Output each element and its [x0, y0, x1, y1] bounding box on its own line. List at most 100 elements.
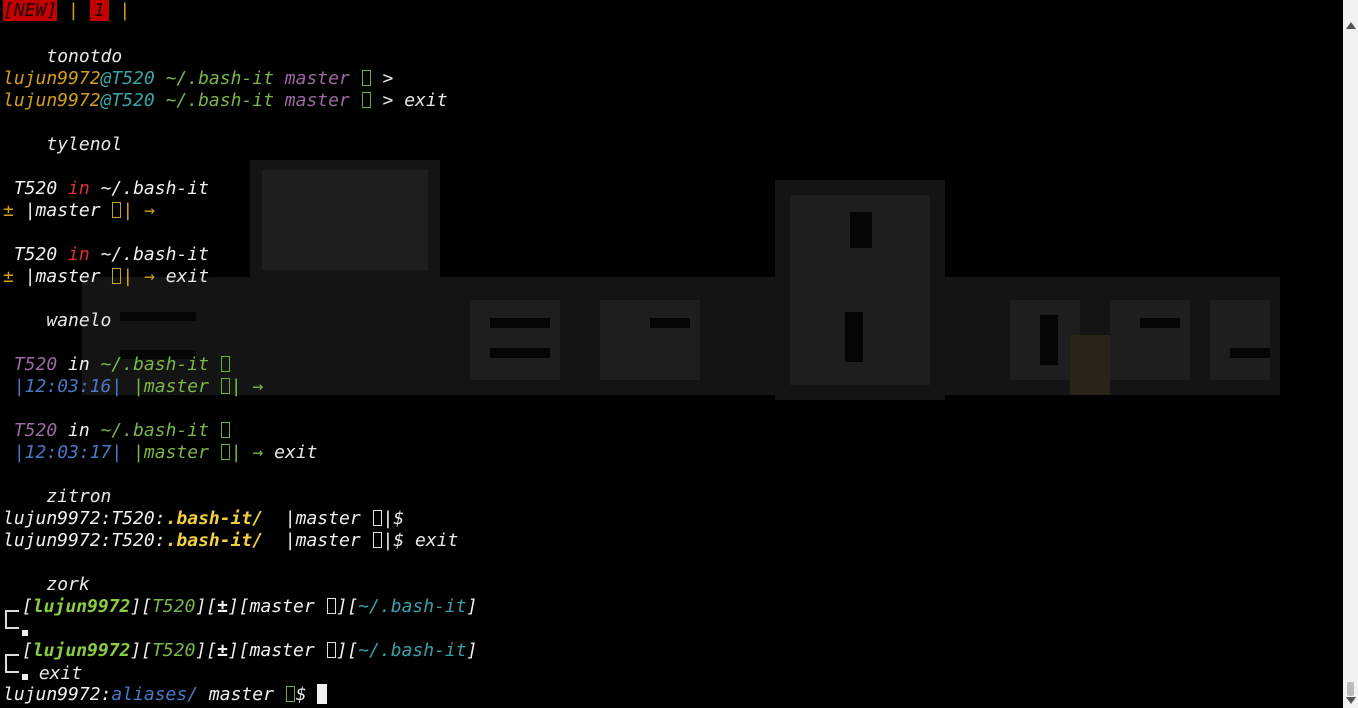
box-corner-bottom: [5, 662, 19, 673]
prompt-path: ~/.bash-it: [100, 244, 209, 265]
git-status-glyph: [372, 510, 382, 526]
prompt-path: ~/.bash-it: [100, 420, 209, 441]
current-prompt-line[interactable]: lujun9972:aliases/ master $: [3, 684, 328, 706]
prompt-branch: |master: [284, 508, 361, 529]
prompt-branch: |master: [133, 442, 209, 463]
git-status-glyph: [112, 202, 122, 218]
git-status-glyph: [220, 444, 230, 460]
command-text: exit: [38, 663, 83, 684]
tmux-status-bar: [NEW] | 1 |: [3, 0, 130, 22]
prompt-user: lujun9972: [32, 640, 131, 661]
scroll-thumb[interactable]: [1347, 682, 1354, 696]
theme-name: zork: [3, 574, 90, 596]
prompt-line: [0, 618, 28, 640]
prompt-path: ~/.bash-it: [358, 596, 467, 617]
git-status-glyph: [361, 70, 371, 86]
prompt-host: @T520: [100, 90, 155, 111]
theme-name-label: zork: [46, 574, 90, 595]
theme-name: tylenol: [3, 134, 122, 156]
prompt-line: T520 in ~/.bash-it: [3, 178, 209, 200]
prompt-in: in: [68, 420, 90, 441]
prompt-time: |12:03:16|: [13, 376, 123, 397]
prompt-arrow: →: [144, 200, 155, 221]
git-status-glyph: [326, 598, 336, 614]
prompt-arrow: →: [252, 442, 264, 463]
prompt-line: lujun9972@T520 ~/.bash-it master > exit: [3, 90, 448, 112]
prompt-arrow: →: [144, 266, 155, 287]
prompt-user: lujun9972: [3, 68, 101, 89]
prompt-char: >: [382, 68, 394, 89]
vertical-scrollbar[interactable]: [1343, 0, 1358, 708]
prompt-line: exit: [0, 662, 82, 684]
prompt-branch: master: [249, 640, 315, 661]
prompt-branch: master: [249, 596, 315, 617]
prompt-dollar: $: [295, 684, 307, 705]
theme-name: wanelo: [3, 310, 111, 332]
git-status-glyph: [112, 268, 122, 284]
prompt-line: [lujun9972][T520][±][master ][~/.bash-it…: [0, 596, 477, 621]
scroll-up-arrow-icon[interactable]: [1346, 22, 1356, 29]
terminal[interactable]: [NEW] | 1 | tonotdo lujun9972@T520 ~/.ba…: [0, 0, 1343, 708]
prompt-line: lujun9972:T520:.bash-it/ |master |$ exit: [3, 530, 458, 552]
command-text: exit: [415, 530, 459, 551]
prompt-in: in: [68, 178, 90, 199]
prompt-square: [22, 674, 28, 680]
theme-name-label: tylenol: [46, 134, 123, 155]
prompt-user: lujun9972:: [3, 684, 112, 705]
git-status-glyph: [285, 686, 295, 702]
git-dirty-marker: ±: [3, 266, 14, 287]
prompt-dollar: |$: [382, 508, 405, 529]
prompt-path: ~/.bash-it: [100, 178, 209, 199]
prompt-host: T520: [13, 178, 58, 199]
prompt-line: T520 in ~/.bash-it: [3, 354, 231, 376]
prompt-host: @T520: [100, 68, 155, 89]
prompt-line: [lujun9972][T520][±][master ][~/.bash-it…: [0, 640, 477, 665]
theme-name-label: wanelo: [46, 310, 112, 331]
prompt-user-host: lujun9972:T520:: [3, 508, 166, 529]
prompt-line: ± |master | → exit: [3, 266, 210, 287]
prompt-path: ~/.bash-it: [165, 68, 274, 89]
git-dirty-marker: ±: [3, 200, 14, 221]
prompt-user-host: lujun9972:T520:: [3, 530, 166, 551]
command-text: exit: [274, 442, 318, 463]
command-text: exit: [165, 266, 210, 287]
prompt-branch: master: [284, 68, 350, 89]
prompt-host: T520: [13, 244, 58, 265]
prompt-user: lujun9972: [32, 596, 131, 617]
prompt-path: aliases/: [111, 684, 199, 705]
git-status-glyph: [220, 422, 230, 438]
prompt-square: [22, 630, 28, 636]
box-corner-bottom: [5, 618, 19, 629]
git-dirty-marker: ±: [217, 640, 228, 661]
prompt-branch: |master: [133, 376, 209, 397]
git-dirty-marker: ±: [217, 596, 228, 617]
git-status-glyph: [220, 378, 230, 394]
prompt-host: T520: [152, 640, 196, 661]
prompt-host: T520: [152, 596, 196, 617]
prompt-path: ~/.bash-it: [165, 90, 274, 111]
window-number-tab[interactable]: 1: [89, 0, 109, 21]
status-separator: |: [119, 0, 131, 21]
prompt-path: ~/.bash-it: [358, 640, 467, 661]
prompt-branch: master: [208, 684, 274, 705]
prompt-user: lujun9972: [3, 90, 101, 111]
theme-name: zitron: [3, 486, 111, 508]
text-cursor[interactable]: [317, 684, 328, 704]
prompt-branch: |master: [24, 266, 101, 287]
prompt-branch: |master: [284, 530, 361, 551]
git-status-glyph: [361, 92, 371, 108]
prompt-time: |12:03:17|: [13, 442, 123, 463]
prompt-path: .bash-it/: [165, 508, 264, 529]
new-window-tag[interactable]: [NEW]: [3, 0, 58, 21]
prompt-char: >: [382, 90, 394, 111]
prompt-path: ~/.bash-it: [100, 354, 209, 375]
prompt-branch: master: [284, 90, 350, 111]
prompt-line: |12:03:17| |master | → exit: [13, 442, 318, 463]
prompt-line: ± |master | →: [3, 200, 155, 221]
prompt-in: in: [68, 244, 90, 265]
prompt-branch: |master: [24, 200, 101, 221]
git-status-glyph: [220, 356, 230, 372]
scroll-down-arrow-icon[interactable]: [1346, 697, 1356, 704]
prompt-path: .bash-it/: [165, 530, 264, 551]
command-text: exit: [404, 90, 448, 111]
